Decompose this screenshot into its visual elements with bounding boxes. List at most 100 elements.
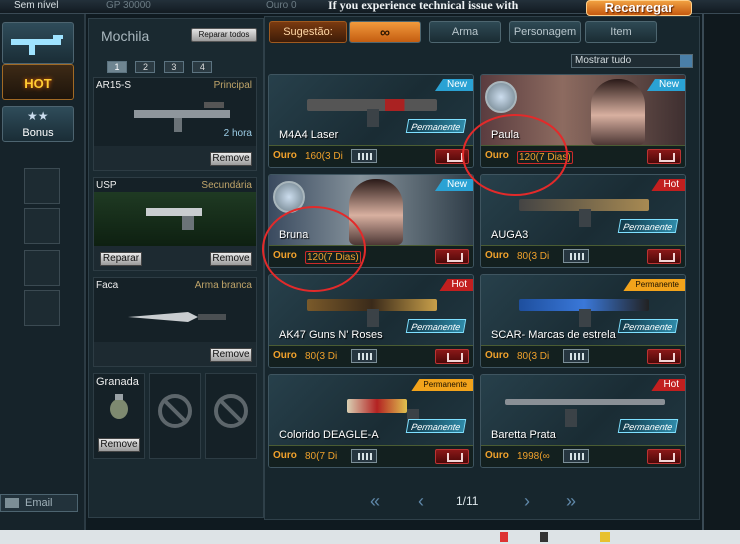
tab-character[interactable]: Personagem <box>509 21 581 43</box>
stats-icon[interactable] <box>563 249 589 263</box>
email-label: Email <box>25 497 53 509</box>
inventory-pages: 1 2 3 4 <box>107 57 216 75</box>
right-rail <box>702 14 740 530</box>
weapon-image <box>519 199 649 227</box>
rifle-icon <box>134 102 230 132</box>
currency-label: Ouro <box>273 450 297 461</box>
pagination: « ‹ 1/11 › » <box>370 492 590 510</box>
permanent-tag: Permanente <box>617 219 679 233</box>
blocked-icon <box>158 394 192 428</box>
taskbar-strip <box>0 530 740 544</box>
character-emblem-icon <box>485 81 517 113</box>
slot-item-name: Granada <box>96 376 139 388</box>
mail-icon <box>5 498 19 509</box>
stats-icon[interactable] <box>563 449 589 463</box>
permanent-tag: Permanente <box>617 419 679 433</box>
boots-slot-icon[interactable] <box>24 290 60 326</box>
inventory-page-1[interactable]: 1 <box>107 61 127 73</box>
inventory-panel: Mochila Reparar todos 1 2 3 4 AR15-S Pri… <box>88 18 264 518</box>
remove-button[interactable]: Remove <box>210 152 252 166</box>
currency-label: Ouro <box>273 350 297 361</box>
filter-dropdown[interactable]: Mostrar tudo <box>571 54 693 68</box>
currency-label: Ouro <box>485 350 509 361</box>
item-price: 80(3 Di <box>517 351 550 362</box>
remove-button[interactable]: Remove <box>210 252 252 266</box>
tab-weapon[interactable]: Arma <box>429 21 501 43</box>
blocked-icon <box>214 394 248 428</box>
next-page-button[interactable]: › <box>524 492 530 510</box>
item-price: 80(3 Di <box>517 251 550 262</box>
cart-icon[interactable] <box>435 449 469 464</box>
stats-icon[interactable] <box>351 149 377 163</box>
remove-button[interactable]: Remove <box>98 438 140 452</box>
chevron-down-icon <box>680 55 692 67</box>
shop-card[interactable]: Permanente Permanente SCAR- Marcas de es… <box>480 274 686 368</box>
hot-category-button[interactable]: HOT <box>2 64 74 100</box>
locked-slot <box>149 373 201 459</box>
player-rank: Sem nível <box>14 0 59 11</box>
stats-icon[interactable] <box>351 449 377 463</box>
prev-page-button[interactable]: ‹ <box>418 492 424 510</box>
permanent-badge: Permanente <box>411 379 473 391</box>
rifle-category-button[interactable] <box>2 22 74 64</box>
slot-category: Principal <box>213 80 252 91</box>
cart-icon[interactable] <box>647 349 681 364</box>
secondary-weapon-slot[interactable]: USP Secundária Reparar Remove <box>93 177 257 271</box>
vest-slot-icon[interactable] <box>24 208 60 244</box>
weapon-image <box>519 299 649 327</box>
item-price: 80(3 Di <box>305 351 338 362</box>
currency-label: Ouro <box>485 450 509 461</box>
grenade-slot[interactable]: Granada Remove <box>93 373 145 459</box>
shop-card[interactable]: Permanente Permanente Colorido DEAGLE-A … <box>268 374 474 468</box>
inventory-page-2[interactable]: 2 <box>135 61 156 73</box>
gold-balance: Ouro 0 <box>266 0 297 11</box>
first-page-button[interactable]: « <box>370 492 380 510</box>
reload-button[interactable]: Recarregar <box>586 0 692 16</box>
item-title: AK47 Guns N' Roses <box>279 329 383 341</box>
permanent-tag: Permanente <box>405 119 467 133</box>
helmet-slot-icon[interactable] <box>24 168 60 204</box>
slot-item-name: Faca <box>96 280 119 291</box>
cart-icon[interactable] <box>435 349 469 364</box>
remove-button[interactable]: Remove <box>210 348 252 362</box>
repair-button[interactable]: Reparar <box>100 252 142 266</box>
page-indicator: 1/11 <box>456 494 479 508</box>
hot-label: HOT <box>24 76 52 91</box>
item-title: Baretta Prata <box>491 429 556 441</box>
slot-time-left: 2 hora <box>223 128 252 139</box>
inventory-page-4[interactable]: 4 <box>192 61 213 73</box>
bonus-category-button[interactable]: ★★ Bonus <box>2 106 74 142</box>
currency-label: Ouro <box>485 250 509 261</box>
stats-icon[interactable] <box>563 349 589 363</box>
primary-weapon-slot[interactable]: AR15-S Principal 2 hora Remove <box>93 77 257 171</box>
item-title: Colorido DEAGLE-A <box>279 429 379 441</box>
weapon-image <box>307 99 437 127</box>
taskbar-icons <box>500 532 700 542</box>
left-category-rail: HOT ★★ Bonus <box>0 14 86 544</box>
tab-item[interactable]: Item <box>585 21 657 43</box>
tab-all[interactable]: ∞ <box>349 21 421 43</box>
stats-icon[interactable] <box>351 349 377 363</box>
item-price: 80(7 Di <box>305 451 338 462</box>
gloves-slot-icon[interactable] <box>24 250 60 286</box>
item-title: AUGA3 <box>491 229 529 241</box>
weapon-image <box>307 299 437 327</box>
repair-all-button[interactable]: Reparar todos <box>191 28 257 42</box>
item-price: 160(3 Di <box>305 151 343 162</box>
cart-icon[interactable] <box>647 249 681 264</box>
permanent-badge: Permanente <box>623 279 685 291</box>
cart-icon[interactable] <box>647 449 681 464</box>
pistol-icon <box>146 208 202 230</box>
grenade-icon <box>110 394 128 419</box>
shop-card[interactable]: Hot Permanente Baretta Prata Ouro 1998(∞ <box>480 374 686 468</box>
technical-issue-notice: If you experience technical issue with <box>328 0 519 12</box>
cart-icon[interactable] <box>647 149 681 164</box>
shop-card[interactable]: New Permanente M4A4 Laser Ouro 160(3 Di <box>268 74 474 168</box>
last-page-button[interactable]: » <box>566 492 576 510</box>
stars-icon: ★★ <box>27 109 49 123</box>
inventory-page-3[interactable]: 3 <box>163 61 184 73</box>
melee-weapon-slot[interactable]: Faca Arma branca Remove <box>93 277 257 367</box>
cart-icon[interactable] <box>435 249 469 264</box>
email-tab[interactable]: Email <box>0 494 78 512</box>
tab-suggestion[interactable]: Sugestão: <box>269 21 347 43</box>
